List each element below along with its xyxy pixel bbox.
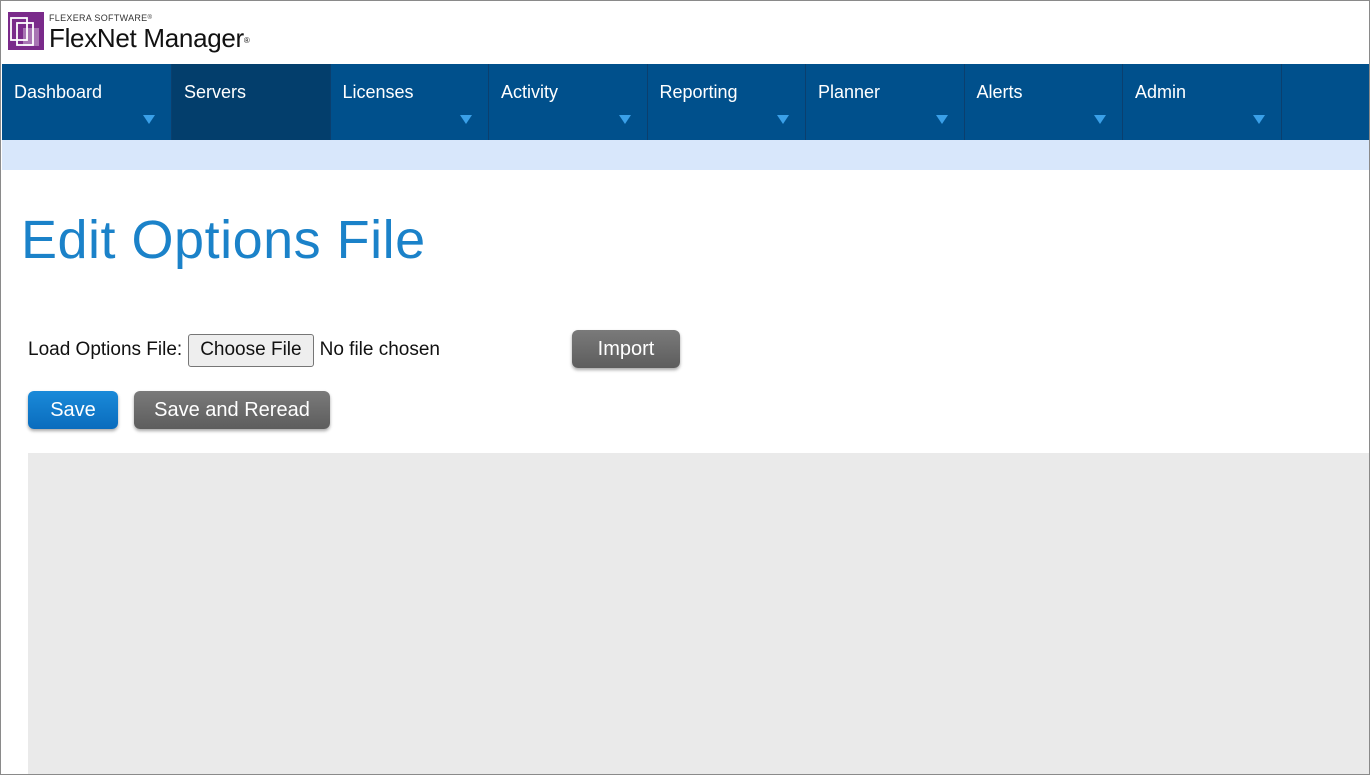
nav-item-servers[interactable]: Servers: [172, 64, 331, 140]
save-button[interactable]: Save: [28, 391, 118, 429]
nav-item-alerts[interactable]: Alerts: [965, 64, 1123, 140]
dropdown-arrow-icon[interactable]: [1094, 115, 1106, 124]
nav-item-licenses[interactable]: Licenses: [331, 64, 489, 140]
main-nav: Dashboard Servers Licenses Activity Reportin…: [2, 64, 1369, 140]
nav-item-planner[interactable]: Planner: [806, 64, 965, 140]
no-file-chosen-text: No file chosen: [319, 339, 440, 360]
options-file-editor[interactable]: [28, 453, 1369, 774]
import-button[interactable]: Import: [572, 330, 680, 368]
nav-item-dashboard[interactable]: Dashboard: [2, 64, 172, 140]
nav-item-reporting[interactable]: Reporting: [648, 64, 806, 140]
product-registered-mark: ®: [243, 36, 250, 45]
nav-item-label: Activity: [501, 82, 559, 102]
choose-file-button[interactable]: Choose File: [188, 333, 314, 367]
dropdown-arrow-icon[interactable]: [1252, 115, 1265, 124]
nav-item-label: Planner: [818, 82, 881, 102]
save-and-reread-button[interactable]: Save and Reread: [134, 391, 330, 429]
dropdown-arrow-icon[interactable]: [143, 115, 155, 124]
company-name: FLEXERA SOFTWARE: [49, 13, 148, 23]
flexnet-manager-logo: FLEXERA SOFTWARE® FlexNet Manager®: [8, 12, 250, 57]
page-title: Edit Options File: [21, 210, 426, 270]
flexera-logo-icon: [8, 12, 44, 50]
load-options-row: Load Options File: Choose File No file c…: [28, 332, 440, 368]
nav-item-label: Servers: [184, 82, 247, 102]
nav-item-label: Reporting: [659, 82, 738, 102]
app-window: FLEXERA SOFTWARE® FlexNet Manager® Dashb…: [0, 0, 1370, 775]
nav-item-activity[interactable]: Activity: [489, 64, 648, 140]
load-options-label: Load Options File:: [28, 339, 183, 360]
nav-item-label: Alerts: [976, 82, 1023, 102]
dropdown-arrow-icon[interactable]: [618, 115, 631, 124]
product-name: FlexNet Manager: [49, 23, 244, 53]
nav-item-label: Admin: [1135, 82, 1187, 102]
dropdown-arrow-icon[interactable]: [777, 115, 789, 124]
nav-item-label: Dashboard: [14, 82, 103, 102]
dropdown-arrow-icon[interactable]: [935, 115, 948, 124]
company-registered-mark: ®: [147, 15, 153, 21]
nav-item-label: Licenses: [342, 82, 414, 102]
nav-item-admin[interactable]: Admin: [1123, 64, 1282, 140]
sub-nav-bar: [2, 140, 1369, 170]
dropdown-arrow-icon[interactable]: [460, 115, 472, 124]
